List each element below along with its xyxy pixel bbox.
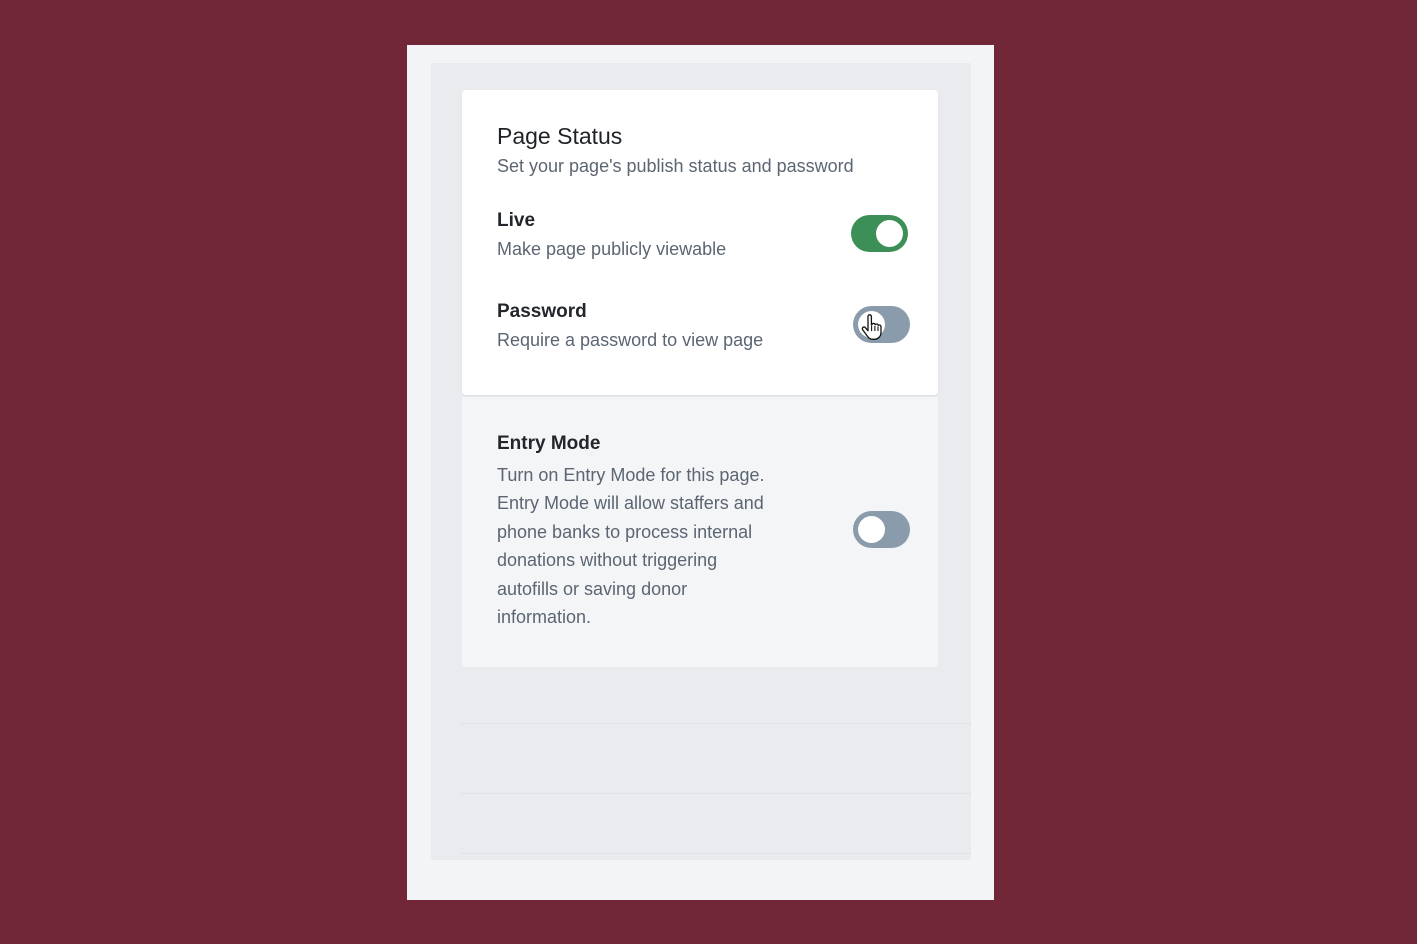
entry-mode-description-line: Turn on Entry Mode for this page. xyxy=(497,465,765,485)
live-description: Make page publicly viewable xyxy=(497,239,727,259)
live-toggle[interactable] xyxy=(851,215,908,252)
entry-mode-toggle[interactable] xyxy=(853,511,910,548)
divider xyxy=(461,723,971,724)
entry-mode-description-line: autofills or saving donor xyxy=(497,578,688,599)
entry-mode-description-line: Entry Mode will allow staffers and xyxy=(497,493,764,514)
live-label: Live xyxy=(497,210,536,231)
settings-panel-frame: Page Status Set your page's publish stat… xyxy=(407,45,994,900)
divider xyxy=(461,793,971,794)
entry-mode-description-line: phone banks to process internal xyxy=(497,521,753,542)
entry-mode-description-line: information. xyxy=(497,607,592,628)
entry-mode-description-line: donations without triggering xyxy=(497,550,718,571)
password-label: Password xyxy=(497,301,587,322)
entry-mode-card: Entry Mode Turn on Entry Mode for this p… xyxy=(462,397,938,667)
entry-mode-description: Turn on Entry Mode for this page. Entry … xyxy=(497,461,764,631)
divider xyxy=(461,853,971,854)
toggle-knob xyxy=(876,220,903,247)
page-status-title: Page Status xyxy=(497,123,623,149)
password-toggle[interactable] xyxy=(853,306,910,343)
toggle-knob xyxy=(858,516,885,543)
page-status-subtitle: Set your page's publish status and passw… xyxy=(497,156,854,176)
hand-pointer-icon xyxy=(861,314,882,340)
password-description: Require a password to view page xyxy=(497,330,764,350)
entry-mode-label: Entry Mode xyxy=(497,433,601,454)
page-status-card: Page Status Set your page's publish stat… xyxy=(462,90,938,395)
